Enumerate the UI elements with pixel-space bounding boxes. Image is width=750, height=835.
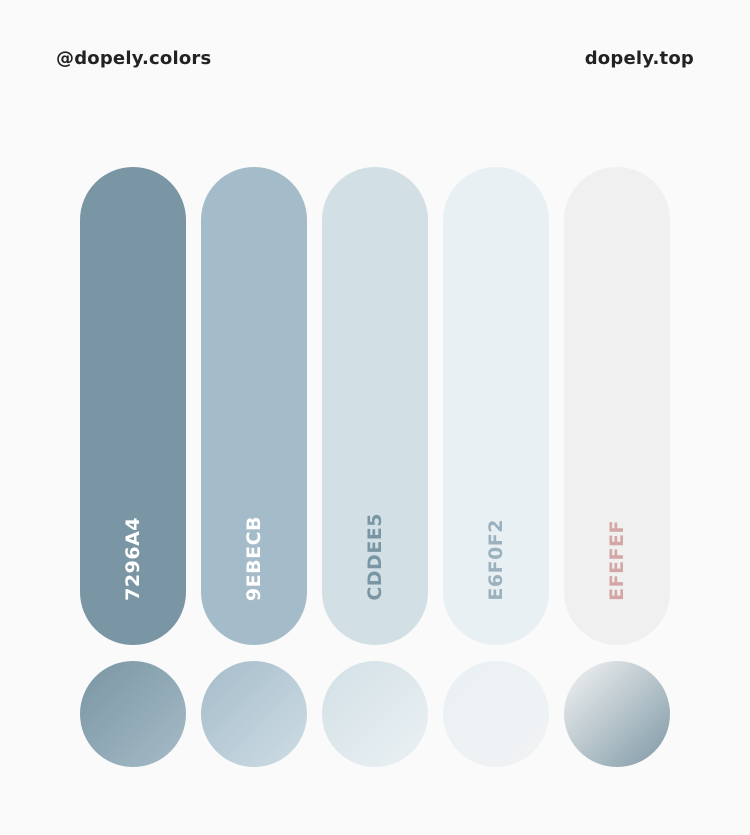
brand-handle: @dopely.colors [56,48,212,69]
gradient-circle-2 [201,661,307,767]
swatch-hex-label: 9EBECB [243,515,265,601]
swatch-pill-5: EFEFEF [564,167,670,645]
swatch-hex-label: CDDEE5 [364,513,386,601]
gradient-circle-1 [80,661,186,767]
swatch-pill-3: CDDEE5 [322,167,428,645]
gradient-circle-5 [564,661,670,767]
brand-site: dopely.top [584,48,694,69]
gradient-circle-3 [322,661,428,767]
swatch-pill-1: 7296A4 [80,167,186,645]
swatch-pill-4: E6F0F2 [443,167,549,645]
swatch-pill-2: 9EBECB [201,167,307,645]
swatch-hex-label: E6F0F2 [485,519,507,601]
swatch-hex-label: 7296A4 [122,517,144,601]
swatch-hex-label: EFEFEF [606,520,628,601]
gradient-circle-4 [443,661,549,767]
